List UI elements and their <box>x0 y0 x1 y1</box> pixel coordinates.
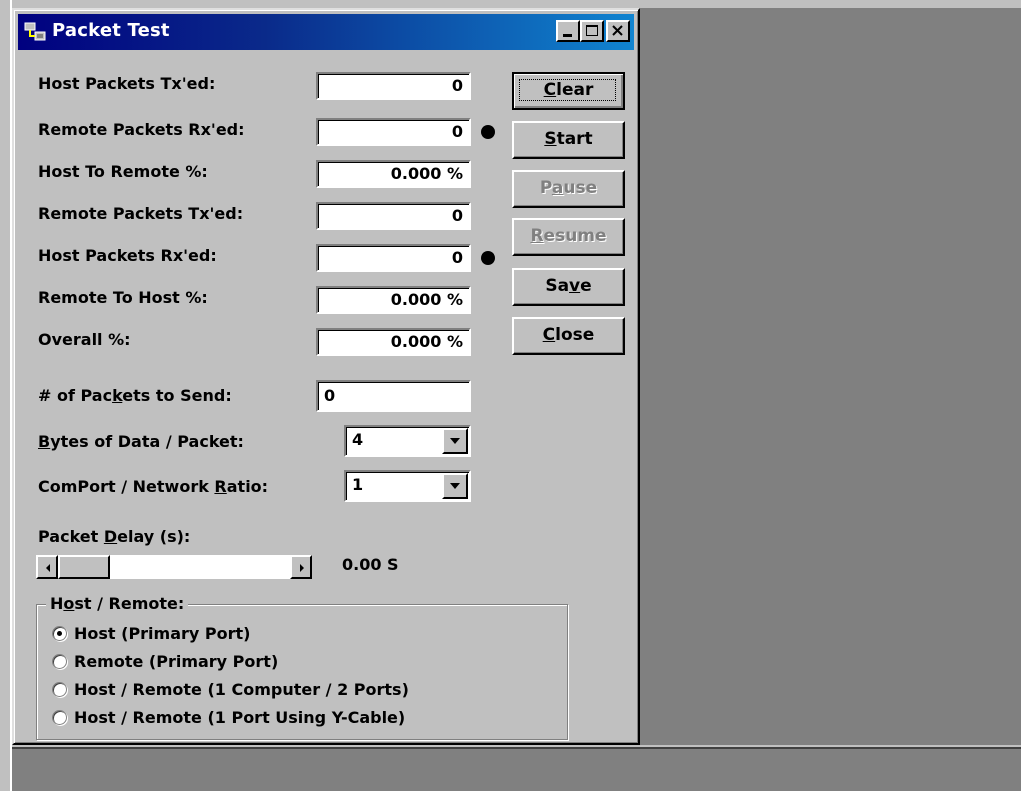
radio-button[interactable] <box>52 654 67 669</box>
comport-ratio-label-post: atio: <box>226 477 269 496</box>
title-bar[interactable]: Packet Test <box>18 14 634 50</box>
scroll-left-button[interactable] <box>36 555 58 579</box>
save-label-pre: Sa <box>545 276 570 296</box>
remote-rx-label: Remote Packets Rx'ed: <box>38 120 245 139</box>
legend-key: o <box>63 594 75 613</box>
bytes-per-packet-select[interactable]: 4 <box>344 425 471 457</box>
host-tx-label: Host Packets Tx'ed: <box>38 74 216 93</box>
radio-label: Host (Primary Port) <box>74 624 251 643</box>
maximize-button[interactable] <box>580 20 604 42</box>
comport-ratio-label: ComPort / Network Ratio: <box>38 477 268 496</box>
close-label-post: lose <box>555 325 595 345</box>
app-icon[interactable] <box>24 20 48 44</box>
packet-delay-label-pre: Packet <box>38 527 104 546</box>
window-title: Packet Test <box>52 20 170 41</box>
close-label-key: C <box>542 325 556 345</box>
radio-label: Host / Remote (1 Port Using Y-Cable) <box>74 708 406 727</box>
host-rx-indicator <box>481 251 495 265</box>
packets-to-send-label-key: k <box>112 386 123 405</box>
pause-label-post: use <box>563 178 598 198</box>
packets-to-send-label: # of Packets to Send: <box>38 386 232 405</box>
host-to-remote-label: Host To Remote %: <box>38 162 208 181</box>
resume-label-key: R <box>530 226 544 246</box>
remote-to-host-value: 0.000 % <box>316 286 471 314</box>
scroll-thumb[interactable] <box>58 555 110 579</box>
start-button[interactable]: Start <box>512 121 625 159</box>
bytes-per-packet-label-key: B <box>38 432 51 451</box>
comport-ratio-dropdown-button[interactable] <box>442 473 468 499</box>
packet-delay-label-key: D <box>103 527 118 546</box>
radio-label: Host / Remote (1 Computer / 2 Ports) <box>74 680 409 699</box>
packets-to-send-label-pre: # of Pac <box>38 386 113 405</box>
minimize-icon <box>563 34 572 37</box>
background-strip-top <box>0 0 1021 8</box>
close-button[interactable]: Close <box>512 317 625 355</box>
bytes-per-packet-label: Bytes of Data / Packet: <box>38 432 244 451</box>
pause-button[interactable]: Pause <box>512 170 625 208</box>
radio-selected-dot <box>57 631 62 636</box>
packet-delay-readout: 0.00 S <box>342 555 399 574</box>
chevron-down-icon <box>450 438 460 444</box>
packets-to-send-input[interactable]: 0 <box>316 380 471 412</box>
scroll-right-button[interactable] <box>290 555 312 579</box>
host-to-remote-value: 0.000 % <box>316 160 471 188</box>
arrow-right-icon <box>300 564 304 572</box>
comport-ratio-value: 1 <box>352 475 364 494</box>
maximize-icon <box>586 25 598 36</box>
packet-delay-label: Packet Delay (s): <box>38 527 190 546</box>
pause-label-key: a <box>551 178 564 198</box>
legend-post: st / Remote: <box>74 594 185 613</box>
comport-ratio-label-pre: ComPort / Network <box>38 477 215 496</box>
arrow-left-icon <box>46 564 50 572</box>
packet-delay-label-post: elay (s): <box>117 527 191 546</box>
clear-button[interactable]: Clear <box>512 72 625 110</box>
save-button[interactable]: Save <box>512 268 625 306</box>
remote-to-host-label: Remote To Host %: <box>38 288 208 307</box>
radio-button[interactable] <box>52 626 67 641</box>
comport-ratio-label-key: R <box>214 477 227 496</box>
background-strip-left <box>0 0 12 791</box>
start-label-key: S <box>544 129 557 149</box>
minimize-button[interactable] <box>556 20 580 42</box>
remote-tx-label: Remote Packets Tx'ed: <box>38 204 244 223</box>
close-window-button[interactable] <box>606 20 630 42</box>
overall-value: 0.000 % <box>316 328 471 356</box>
legend-pre: H <box>50 594 64 613</box>
packets-to-send-label-post: ets to Send: <box>122 386 232 405</box>
focus-rect <box>519 79 616 101</box>
bytes-per-packet-dropdown-button[interactable] <box>442 428 468 454</box>
overall-label: Overall %: <box>38 330 131 349</box>
resume-label-post: esume <box>543 226 607 246</box>
start-label-post: tart <box>556 129 593 149</box>
save-label-post: e <box>580 276 592 296</box>
save-label-key: v <box>569 276 581 296</box>
host-remote-legend: Host / Remote: <box>46 594 189 613</box>
remote-rx-indicator <box>481 125 495 139</box>
packet-delay-slider[interactable] <box>36 555 312 579</box>
host-rx-value: 0 <box>316 244 471 272</box>
chevron-down-icon <box>450 483 460 489</box>
comport-ratio-select[interactable]: 1 <box>344 470 471 502</box>
radio-label: Remote (Primary Port) <box>74 652 279 671</box>
close-icon <box>612 25 623 36</box>
background-strip-bottom <box>12 745 1021 791</box>
bytes-per-packet-value: 4 <box>352 430 364 449</box>
remote-tx-value: 0 <box>316 202 471 230</box>
radio-button[interactable] <box>52 682 67 697</box>
radio-button[interactable] <box>52 710 67 725</box>
host-rx-label: Host Packets Rx'ed: <box>38 246 217 265</box>
bytes-per-packet-label-post: ytes of Data / Packet: <box>50 432 244 451</box>
remote-rx-value: 0 <box>316 118 471 146</box>
resume-button[interactable]: Resume <box>512 218 625 256</box>
host-tx-value: 0 <box>316 72 471 100</box>
pause-label-pre: P <box>539 178 552 198</box>
